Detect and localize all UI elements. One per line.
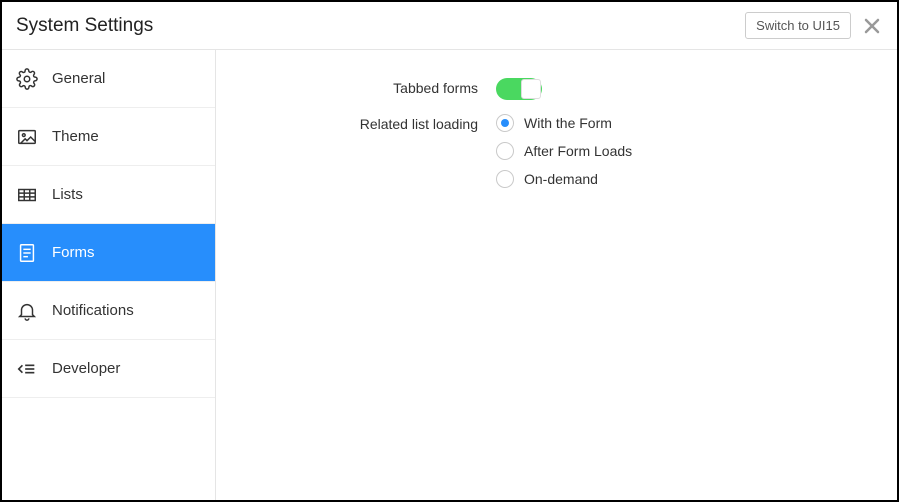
radio-indicator <box>496 114 514 132</box>
sidebar-item-label: Notifications <box>52 302 134 319</box>
sidebar-item-lists[interactable]: Lists <box>2 166 215 224</box>
sidebar-item-label: Lists <box>52 186 83 203</box>
related-list-loading-label: Related list loading <box>240 114 496 132</box>
body: General Theme Lists Forms <box>2 50 897 500</box>
header-actions: Switch to UI15 <box>745 12 883 39</box>
sidebar-item-label: Forms <box>52 244 95 261</box>
close-button[interactable] <box>861 15 883 37</box>
tabbed-forms-row: Tabbed forms <box>240 78 873 100</box>
sidebar-item-label: Developer <box>52 360 120 377</box>
settings-window: System Settings Switch to UI15 General T… <box>0 0 899 502</box>
tabbed-forms-label: Tabbed forms <box>240 78 496 96</box>
image-icon <box>16 126 38 148</box>
switch-ui-button[interactable]: Switch to UI15 <box>745 12 851 39</box>
radio-label: After Form Loads <box>524 143 632 159</box>
radio-label: With the Form <box>524 115 612 131</box>
sidebar-item-general[interactable]: General <box>2 50 215 108</box>
related-list-loading-radios: With the Form After Form Loads On-demand <box>496 114 873 188</box>
sidebar-item-forms[interactable]: Forms <box>2 224 215 282</box>
page-title: System Settings <box>16 15 153 37</box>
gear-icon <box>16 68 38 90</box>
bell-icon <box>16 300 38 322</box>
content-panel: Tabbed forms Related list loading With t… <box>216 50 897 500</box>
related-list-loading-row: Related list loading With the Form After… <box>240 114 873 188</box>
radio-option-with-form[interactable]: With the Form <box>496 114 873 132</box>
form-icon <box>16 242 38 264</box>
radio-option-after-form-loads[interactable]: After Form Loads <box>496 142 873 160</box>
code-icon <box>16 358 38 380</box>
radio-option-on-demand[interactable]: On-demand <box>496 170 873 188</box>
sidebar-item-label: General <box>52 70 105 87</box>
close-icon <box>862 16 882 36</box>
sidebar-item-theme[interactable]: Theme <box>2 108 215 166</box>
header: System Settings Switch to UI15 <box>2 2 897 50</box>
tabbed-forms-toggle[interactable] <box>496 78 542 100</box>
sidebar-item-developer[interactable]: Developer <box>2 340 215 398</box>
sidebar-item-notifications[interactable]: Notifications <box>2 282 215 340</box>
sidebar-item-label: Theme <box>52 128 99 145</box>
radio-label: On-demand <box>524 171 598 187</box>
radio-indicator <box>496 170 514 188</box>
toggle-knob <box>521 79 541 99</box>
radio-indicator <box>496 142 514 160</box>
sidebar: General Theme Lists Forms <box>2 50 216 500</box>
table-icon <box>16 184 38 206</box>
